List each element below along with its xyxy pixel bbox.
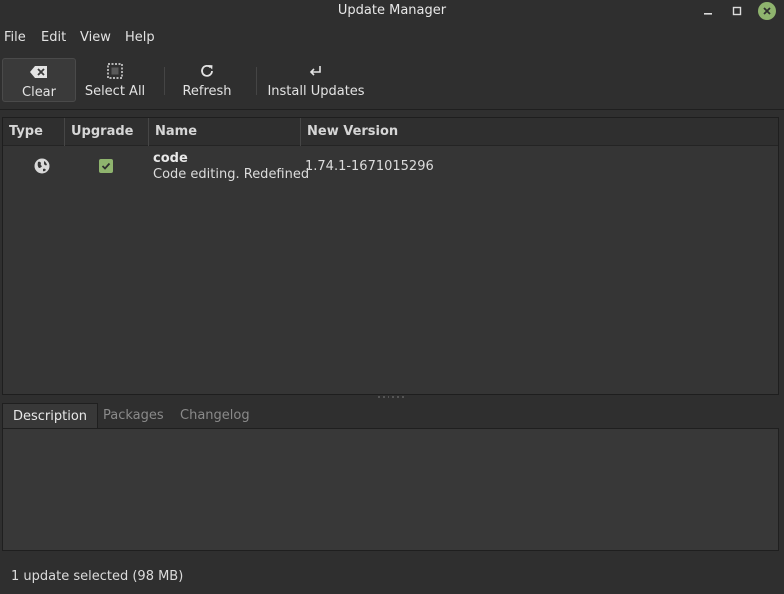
select-all-button[interactable]: Select All: [80, 58, 150, 102]
install-updates-label: Install Updates: [267, 84, 365, 99]
toolbar: Clear Select All Refresh Install Updates: [0, 55, 784, 107]
column-header-new-version[interactable]: New Version: [300, 118, 778, 146]
refresh-button[interactable]: Refresh: [176, 58, 238, 102]
window-title: Update Manager: [337, 3, 447, 18]
minimize-icon: [704, 13, 712, 15]
menu-help[interactable]: Help: [125, 30, 155, 45]
clear-icon: [30, 66, 47, 78]
select-all-icon: [107, 63, 123, 79]
info-tabs: Description Packages Changelog: [2, 403, 779, 429]
menu-bar: File Edit View Help: [0, 27, 784, 49]
description-panel: [2, 428, 779, 551]
select-all-label: Select All: [84, 84, 146, 99]
close-button[interactable]: [758, 2, 776, 20]
install-updates-button[interactable]: Install Updates: [266, 58, 366, 102]
column-header-name[interactable]: Name: [148, 118, 300, 146]
menu-edit[interactable]: Edit: [41, 30, 66, 45]
toolbar-separator: [164, 67, 165, 95]
toolbar-separator: [256, 67, 257, 95]
refresh-label: Refresh: [182, 84, 232, 99]
package-new-version: 1.74.1-1671015296: [305, 159, 434, 174]
pane-resize-handle[interactable]: [378, 396, 404, 400]
close-icon: [763, 7, 771, 15]
tab-packages[interactable]: Packages: [93, 403, 174, 429]
maximize-icon: [732, 6, 742, 16]
upgrade-checkbox[interactable]: [99, 159, 113, 173]
toolbar-divider: [0, 109, 784, 110]
package-name: code: [153, 151, 188, 166]
globe-icon: [33, 157, 51, 175]
updates-table: Type Upgrade Name New Version code Code …: [2, 117, 779, 395]
tab-description[interactable]: Description: [2, 403, 99, 429]
package-description: Code editing. Redefined: [153, 167, 310, 182]
enter-icon: [309, 66, 321, 76]
table-header: Type Upgrade Name New Version: [3, 118, 778, 146]
column-header-type[interactable]: Type: [3, 118, 63, 146]
menu-view[interactable]: View: [80, 30, 111, 45]
checkmark-icon: [101, 162, 111, 170]
menu-file[interactable]: File: [4, 30, 26, 45]
minimize-button[interactable]: [699, 2, 717, 20]
maximize-button[interactable]: [728, 2, 746, 20]
refresh-icon: [201, 64, 213, 77]
status-text: 1 update selected (98 MB): [11, 569, 184, 584]
clear-label: Clear: [22, 85, 56, 100]
table-row[interactable]: code Code editing. Redefined 1.74.1-1671…: [3, 147, 778, 185]
column-header-upgrade[interactable]: Upgrade: [64, 118, 148, 146]
title-bar: Update Manager: [0, 0, 784, 22]
clear-button[interactable]: Clear: [2, 58, 76, 102]
tab-changelog[interactable]: Changelog: [170, 403, 260, 429]
